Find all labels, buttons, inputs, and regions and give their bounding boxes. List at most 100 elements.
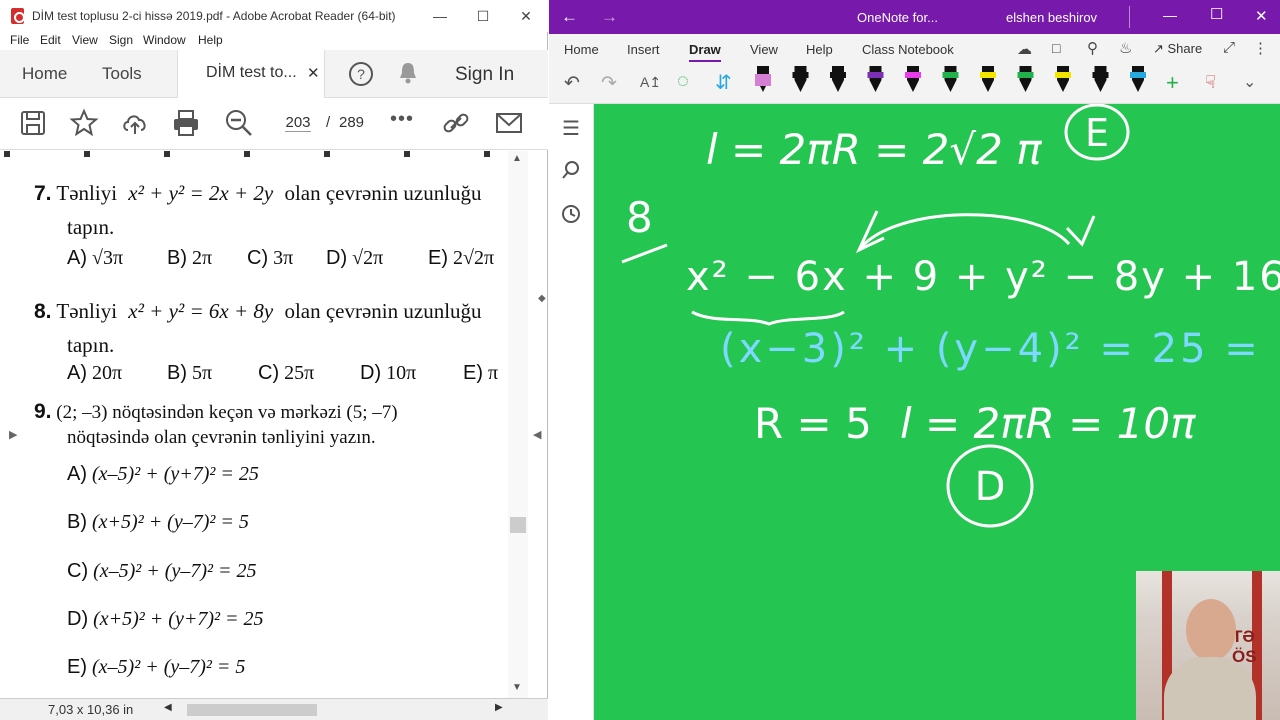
close-icon[interactable]: ✕: [1255, 7, 1268, 25]
scrollbar-thumb[interactable]: [510, 517, 526, 533]
redo-icon[interactable]: ↷: [601, 72, 617, 95]
pen-2-icon[interactable]: [792, 66, 809, 92]
more-tools-icon[interactable]: •••: [390, 108, 414, 131]
option-value: (x–5)² + (y–7)² = 25: [93, 560, 257, 582]
search-icon[interactable]: [561, 160, 581, 180]
pen-6-icon[interactable]: [942, 66, 959, 92]
menu-view[interactable]: View: [72, 33, 98, 47]
whiteboard-canvas[interactable]: l = 2πR = 2√2 π E 8 x² − 6x + 9 + y² − 8…: [594, 104, 1280, 720]
pen-1-icon[interactable]: [755, 66, 771, 92]
ribbon-tab-insert[interactable]: Insert: [627, 42, 660, 57]
onenote-ribbon: Home Insert Draw View Help Class Noteboo…: [549, 34, 1280, 104]
forward-arrow-icon[interactable]: →: [601, 7, 618, 27]
menu-help[interactable]: Help: [198, 33, 223, 47]
notebooks-icon[interactable]: ☰: [562, 116, 580, 141]
save-icon[interactable]: [18, 108, 48, 138]
tab-tools[interactable]: Tools: [102, 64, 142, 84]
ink-arrow-head-left: [855, 210, 885, 254]
onenote-window: ← → OneNote for... elshen beshirov — ☐ ✕…: [549, 0, 1280, 720]
q8-option-a: A) 20π: [67, 362, 122, 385]
pen-3-icon[interactable]: [830, 66, 846, 92]
ribbon-tab-view[interactable]: View: [750, 42, 778, 57]
scroll-up-icon[interactable]: ▲: [512, 153, 522, 164]
left-panel-toggle-icon[interactable]: ▶: [9, 428, 17, 441]
right-panel-toggle-icon[interactable]: ◀: [533, 428, 541, 441]
sync-icon[interactable]: ☁: [1017, 40, 1032, 58]
menu-window[interactable]: Window: [143, 33, 186, 47]
question-text: Tənliyi: [56, 299, 118, 323]
ink-line-3: (x−3)² + (y−4)² = 25 = R²: [720, 326, 1280, 372]
bookmark-star-icon[interactable]: [69, 108, 99, 138]
share-button[interactable]: ↗ Share: [1153, 41, 1202, 57]
question-8-line2: tapın.: [67, 333, 115, 357]
ribbon-menu-icon[interactable]: ⋮: [1253, 39, 1268, 57]
notebook-icon[interactable]: □: [1052, 40, 1060, 56]
ribbon-tab-home[interactable]: Home: [564, 42, 599, 57]
q7-option-b: B) 2π: [167, 247, 212, 270]
q9-option-e: E) (x–5)² + (y–7)² = 5: [67, 656, 245, 679]
back-arrow-icon[interactable]: ←: [561, 7, 578, 27]
add-pen-icon[interactable]: +: [1166, 70, 1179, 96]
q9-option-d: D) (x+5)² + (y+7)² = 25: [67, 608, 263, 631]
undo-icon[interactable]: ↶: [564, 72, 580, 95]
hscroll-right-icon[interactable]: ▶: [495, 702, 503, 713]
maximize-icon[interactable]: ☐: [1210, 5, 1223, 23]
option-label: E): [428, 247, 448, 269]
page-number-input[interactable]: 203: [285, 114, 311, 132]
question-text: Tənliyi: [56, 181, 118, 205]
bell-icon[interactable]: ♨: [1119, 39, 1132, 57]
minimize-icon[interactable]: —: [429, 6, 451, 26]
add-space-icon[interactable]: ⇵: [715, 70, 732, 95]
zoom-out-icon[interactable]: [224, 108, 254, 138]
bell-icon[interactable]: [397, 60, 419, 86]
lasso-icon[interactable]: ◌: [677, 70, 689, 93]
recent-clock-icon[interactable]: [561, 204, 581, 224]
pen-10-icon[interactable]: [1092, 66, 1109, 92]
ribbon-tab-draw[interactable]: Draw: [689, 42, 721, 62]
pen-11-icon[interactable]: [1130, 66, 1146, 92]
email-icon[interactable]: [494, 108, 524, 138]
option-label: E): [463, 362, 483, 384]
fullscreen-icon[interactable]: ⤢: [1223, 39, 1235, 56]
tab-document[interactable]: DİM test to... ✕: [177, 50, 325, 98]
ribbon-tab-help[interactable]: Help: [806, 42, 833, 57]
menu-sign[interactable]: Sign: [109, 33, 133, 47]
close-icon[interactable]: ✕: [515, 6, 537, 26]
hscroll-thumb[interactable]: [187, 704, 317, 716]
sign-in-button[interactable]: Sign In: [455, 64, 514, 86]
ink-to-text-icon[interactable]: ☟: [1205, 72, 1216, 93]
option-label: D): [326, 247, 348, 269]
pen-4-icon[interactable]: [867, 66, 884, 92]
hscroll-left-icon[interactable]: ◀: [164, 702, 172, 713]
pdf-app-icon: [11, 8, 25, 24]
maximize-icon[interactable]: ☐: [472, 6, 494, 26]
menu-edit[interactable]: Edit: [40, 33, 61, 47]
pen-9-icon[interactable]: [1055, 66, 1071, 92]
menu-file[interactable]: File: [10, 33, 29, 47]
option-label: D): [67, 608, 89, 630]
type-select-icon[interactable]: A↥: [640, 74, 661, 91]
ink-answer-e: E: [1085, 111, 1109, 155]
help-icon[interactable]: ?: [348, 61, 374, 87]
page-separator: /: [326, 114, 331, 131]
tab-home[interactable]: Home: [22, 64, 67, 84]
tab-document-label: DİM test to...: [206, 64, 297, 81]
splitter-icon[interactable]: ◆: [538, 293, 546, 304]
upload-cloud-icon[interactable]: [120, 108, 150, 138]
option-label: D): [360, 362, 382, 384]
lightbulb-icon[interactable]: ⚲: [1087, 39, 1098, 57]
acrobat-window-title: DİM test toplusu 2-ci hissə 2019.pdf - A…: [32, 9, 396, 23]
tab-close-icon[interactable]: ✕: [307, 64, 320, 82]
share-link-icon[interactable]: [441, 108, 471, 138]
ribbon-tab-class-notebook[interactable]: Class Notebook: [862, 42, 954, 57]
minimize-icon[interactable]: —: [1163, 7, 1177, 23]
pen-gallery[interactable]: [747, 64, 1157, 102]
vertical-scrollbar[interactable]: ▲ ▼: [508, 151, 528, 698]
pen-7-icon[interactable]: [980, 66, 996, 92]
pen-8-icon[interactable]: [1017, 66, 1034, 92]
user-name[interactable]: elshen beshirov: [1006, 10, 1097, 25]
print-icon[interactable]: [171, 108, 201, 138]
pen-5-icon[interactable]: [905, 66, 921, 92]
expand-ribbon-icon[interactable]: ⌄: [1243, 72, 1256, 92]
scroll-down-icon[interactable]: ▼: [512, 682, 522, 693]
